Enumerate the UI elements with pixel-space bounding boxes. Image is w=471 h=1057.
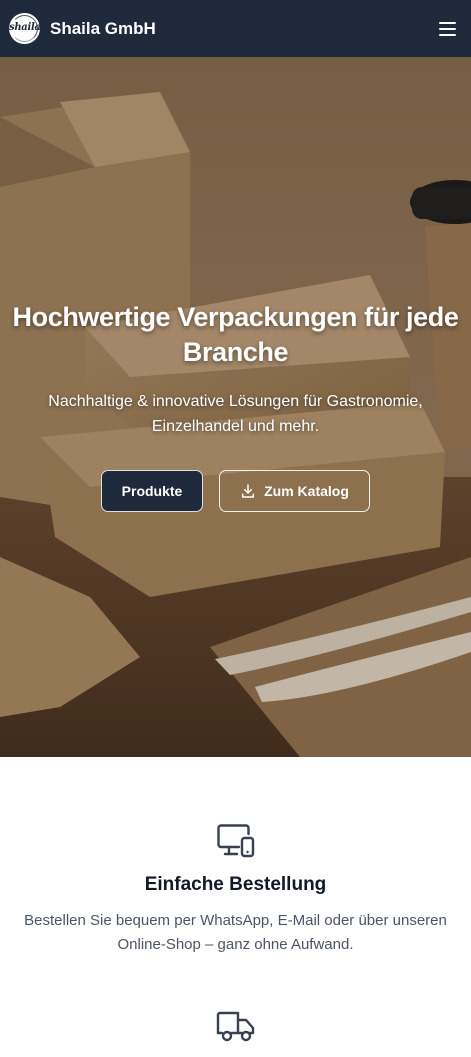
products-button-label: Produkte bbox=[121, 483, 183, 499]
feature-delivery bbox=[0, 1011, 471, 1043]
hamburger-menu-icon[interactable] bbox=[437, 19, 459, 39]
products-button[interactable]: Produkte bbox=[101, 470, 203, 512]
feature-title: Einfache Bestellung bbox=[144, 874, 327, 895]
hero-content: Hochwertige Verpackungen für jede Branch… bbox=[0, 300, 471, 512]
hero-buttons: Produkte Zum Katalog bbox=[0, 470, 471, 512]
brand-logo[interactable]: shaila bbox=[9, 13, 40, 44]
download-icon bbox=[242, 484, 255, 498]
feature-text: Bestellen Sie bequem per WhatsApp, E-Mai… bbox=[24, 912, 447, 953]
hero-title: Hochwertige Verpackungen für jede Branch… bbox=[12, 302, 459, 367]
features-section: Einfache Bestellung Bestellen Sie bequem… bbox=[0, 757, 471, 1057]
devices-icon bbox=[216, 824, 254, 858]
hero-subtitle: Nachhaltige & innovative Lösungen für Ga… bbox=[48, 393, 423, 435]
brand-name[interactable]: Shaila GmbH bbox=[50, 19, 156, 39]
menu-bar bbox=[439, 33, 456, 36]
catalog-button[interactable]: Zum Katalog bbox=[219, 470, 370, 512]
site-header: shaila Shaila GmbH bbox=[0, 0, 471, 57]
catalog-button-label: Zum Katalog bbox=[264, 483, 349, 499]
hero-section: Hochwertige Verpackungen für jede Branch… bbox=[0, 57, 471, 757]
truck-icon bbox=[216, 1011, 254, 1042]
logo-text: shaila bbox=[9, 22, 40, 33]
feature-easy-ordering: Einfache Bestellung Bestellen Sie bequem… bbox=[0, 823, 471, 957]
menu-bar bbox=[439, 27, 456, 30]
menu-bar bbox=[439, 21, 456, 24]
